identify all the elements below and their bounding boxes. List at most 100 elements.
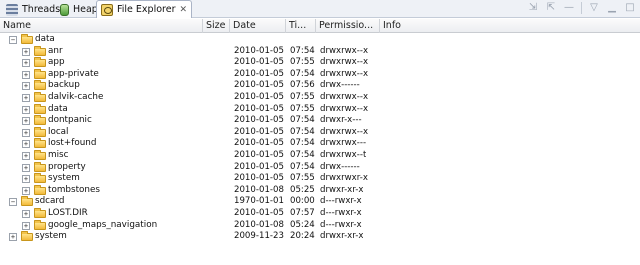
column-size[interactable]: Size xyxy=(203,19,230,33)
column-permissions[interactable]: Permissio... xyxy=(316,19,380,33)
expand-icon[interactable]: + xyxy=(22,175,30,184)
maximize-icon[interactable]: □ xyxy=(624,2,636,14)
view-menu-icon[interactable]: ▽ xyxy=(588,2,600,14)
table-row[interactable]: − data xyxy=(0,34,640,46)
file-name: sdcard xyxy=(35,196,65,207)
tab-threads-label: Threads xyxy=(22,4,61,15)
folder-icon xyxy=(34,103,46,114)
folder-icon xyxy=(34,219,46,230)
minimize-icon[interactable]: ▁ xyxy=(606,2,618,14)
file-permissions: drwx------ xyxy=(320,80,360,91)
file-permissions: drwxrwx--x xyxy=(320,57,369,68)
file-permissions: drwxrwx--x xyxy=(320,103,369,114)
expand-icon[interactable]: + xyxy=(22,140,30,149)
folder-icon xyxy=(34,184,46,195)
file-time: 07:54 xyxy=(290,115,315,126)
tab-file-explorer[interactable]: File Explorer ✕ xyxy=(96,0,193,18)
file-name: system xyxy=(35,231,67,242)
column-name[interactable]: Name xyxy=(0,19,203,33)
delete-icon[interactable]: — xyxy=(563,2,575,14)
expand-icon[interactable]: + xyxy=(22,93,30,102)
file-name: dalvik-cache xyxy=(48,91,104,102)
expand-icon[interactable]: + xyxy=(22,163,30,172)
file-time: 07:54 xyxy=(290,161,315,172)
file-date: 2010-01-05 xyxy=(234,91,284,102)
table-row[interactable]: + system 2009-11-23 20:24 drwxr-xr-x xyxy=(0,231,640,243)
file-time: 07:54 xyxy=(290,138,315,149)
expand-icon[interactable]: + xyxy=(9,233,17,242)
expand-icon[interactable]: + xyxy=(22,70,30,79)
table-row[interactable]: + data 2010-01-05 07:55 drwxrwx--x xyxy=(0,103,640,116)
expand-icon[interactable]: + xyxy=(22,117,30,126)
table-row[interactable]: + app 2010-01-05 07:55 drwxrwx--x xyxy=(0,57,640,69)
file-permissions: drwxrwx--t xyxy=(320,149,367,160)
tab-file-explorer-label: File Explorer xyxy=(117,4,176,15)
file-permissions: drwxr-xr-x xyxy=(320,184,364,195)
expand-icon[interactable]: + xyxy=(22,105,30,114)
table-row[interactable]: + dalvik-cache 2010-01-05 07:55 drwxrwx--x xyxy=(0,91,640,104)
file-permissions: drwxrwx--- xyxy=(320,138,367,149)
expand-icon[interactable]: + xyxy=(22,209,30,218)
file-permissions: drwxr-x--- xyxy=(320,115,362,126)
file-name: data xyxy=(48,103,68,114)
file-time: 07:56 xyxy=(290,80,315,91)
expand-icon[interactable]: + xyxy=(22,221,30,230)
file-date: 2009-11-23 xyxy=(234,231,284,242)
table-row[interactable]: − sdcard 1970-01-01 00:00 d---rwxr-x xyxy=(0,196,640,208)
column-time[interactable]: Ti... xyxy=(286,19,316,33)
folder-icon xyxy=(21,196,33,207)
table-row[interactable]: + google_maps_navigation 2010-01-08 05:24 d-… xyxy=(0,219,640,232)
table-row[interactable]: + app-private 2010-01-05 07:54 drwxrwx--x xyxy=(0,68,640,81)
expand-icon[interactable]: + xyxy=(22,59,30,68)
folder-icon xyxy=(34,57,46,68)
expand-icon[interactable]: + xyxy=(22,151,30,160)
table-row[interactable]: + dontpanic 2010-01-05 07:54 drwxr-x--- xyxy=(0,115,640,127)
expand-icon[interactable]: + xyxy=(22,186,30,195)
file-permissions: drwxrwx--x xyxy=(320,91,369,102)
file-name: dontpanic xyxy=(48,115,92,126)
file-name: misc xyxy=(48,149,69,160)
file-name: property xyxy=(48,161,86,172)
file-time: 07:54 xyxy=(290,45,315,56)
expand-icon[interactable]: + xyxy=(22,128,30,137)
table-row[interactable]: + misc 2010-01-05 07:54 drwxrwx--t xyxy=(0,149,640,162)
close-icon[interactable]: ✕ xyxy=(179,5,187,15)
folder-icon xyxy=(34,115,46,126)
file-date: 2010-01-05 xyxy=(234,103,284,114)
file-name: app xyxy=(48,57,65,68)
file-date: 2010-01-05 xyxy=(234,126,284,137)
table-row[interactable]: + lost+found 2010-01-05 07:54 drwxrwx--- xyxy=(0,138,640,150)
file-date: 1970-01-01 xyxy=(234,196,284,207)
table-row[interactable]: + tombstones 2010-01-08 05:25 drwxr-xr-x xyxy=(0,184,640,197)
expand-icon[interactable]: + xyxy=(22,82,30,91)
toolbar-separator xyxy=(581,2,582,14)
folder-icon xyxy=(21,231,33,242)
file-name: lost+found xyxy=(48,138,97,149)
table-row[interactable]: + system 2010-01-05 07:55 drwxrwxr-x xyxy=(0,173,640,185)
file-permissions: drwxrwx--x xyxy=(320,45,369,56)
file-date: 2010-01-05 xyxy=(234,115,284,126)
file-permissions: d---rwxr-x xyxy=(320,207,362,218)
file-time: 05:24 xyxy=(290,219,315,230)
file-time: 00:00 xyxy=(290,196,315,207)
table-row[interactable]: + property 2010-01-05 07:54 drwx------ xyxy=(0,161,640,174)
table-row[interactable]: + LOST.DIR 2010-01-05 07:57 d---rwxr-x xyxy=(0,207,640,220)
file-name: google_maps_navigation xyxy=(48,219,158,230)
push-file-icon[interactable]: ⇱ xyxy=(545,2,557,14)
expand-icon[interactable]: + xyxy=(22,47,30,56)
collapse-icon[interactable]: − xyxy=(9,198,17,207)
file-date: 2010-01-05 xyxy=(234,57,284,68)
table-row[interactable]: + local 2010-01-05 07:54 drwxrwx--x xyxy=(0,126,640,139)
file-time: 05:25 xyxy=(290,184,315,195)
collapse-icon[interactable]: − xyxy=(9,36,17,44)
file-name: backup xyxy=(48,80,80,91)
tab-threads[interactable]: Threads xyxy=(2,1,64,18)
column-date[interactable]: Date xyxy=(230,19,286,33)
file-time: 07:57 xyxy=(290,207,315,218)
tab-heap[interactable]: Heap xyxy=(56,1,102,18)
pull-file-icon[interactable]: ⇲ xyxy=(527,2,539,14)
table-row[interactable]: + anr 2010-01-05 07:54 drwxrwx--x xyxy=(0,45,640,58)
table-row[interactable]: + backup 2010-01-05 07:56 drwx------ xyxy=(0,80,640,92)
column-info[interactable]: Info xyxy=(380,19,640,33)
file-time: 07:54 xyxy=(290,126,315,137)
